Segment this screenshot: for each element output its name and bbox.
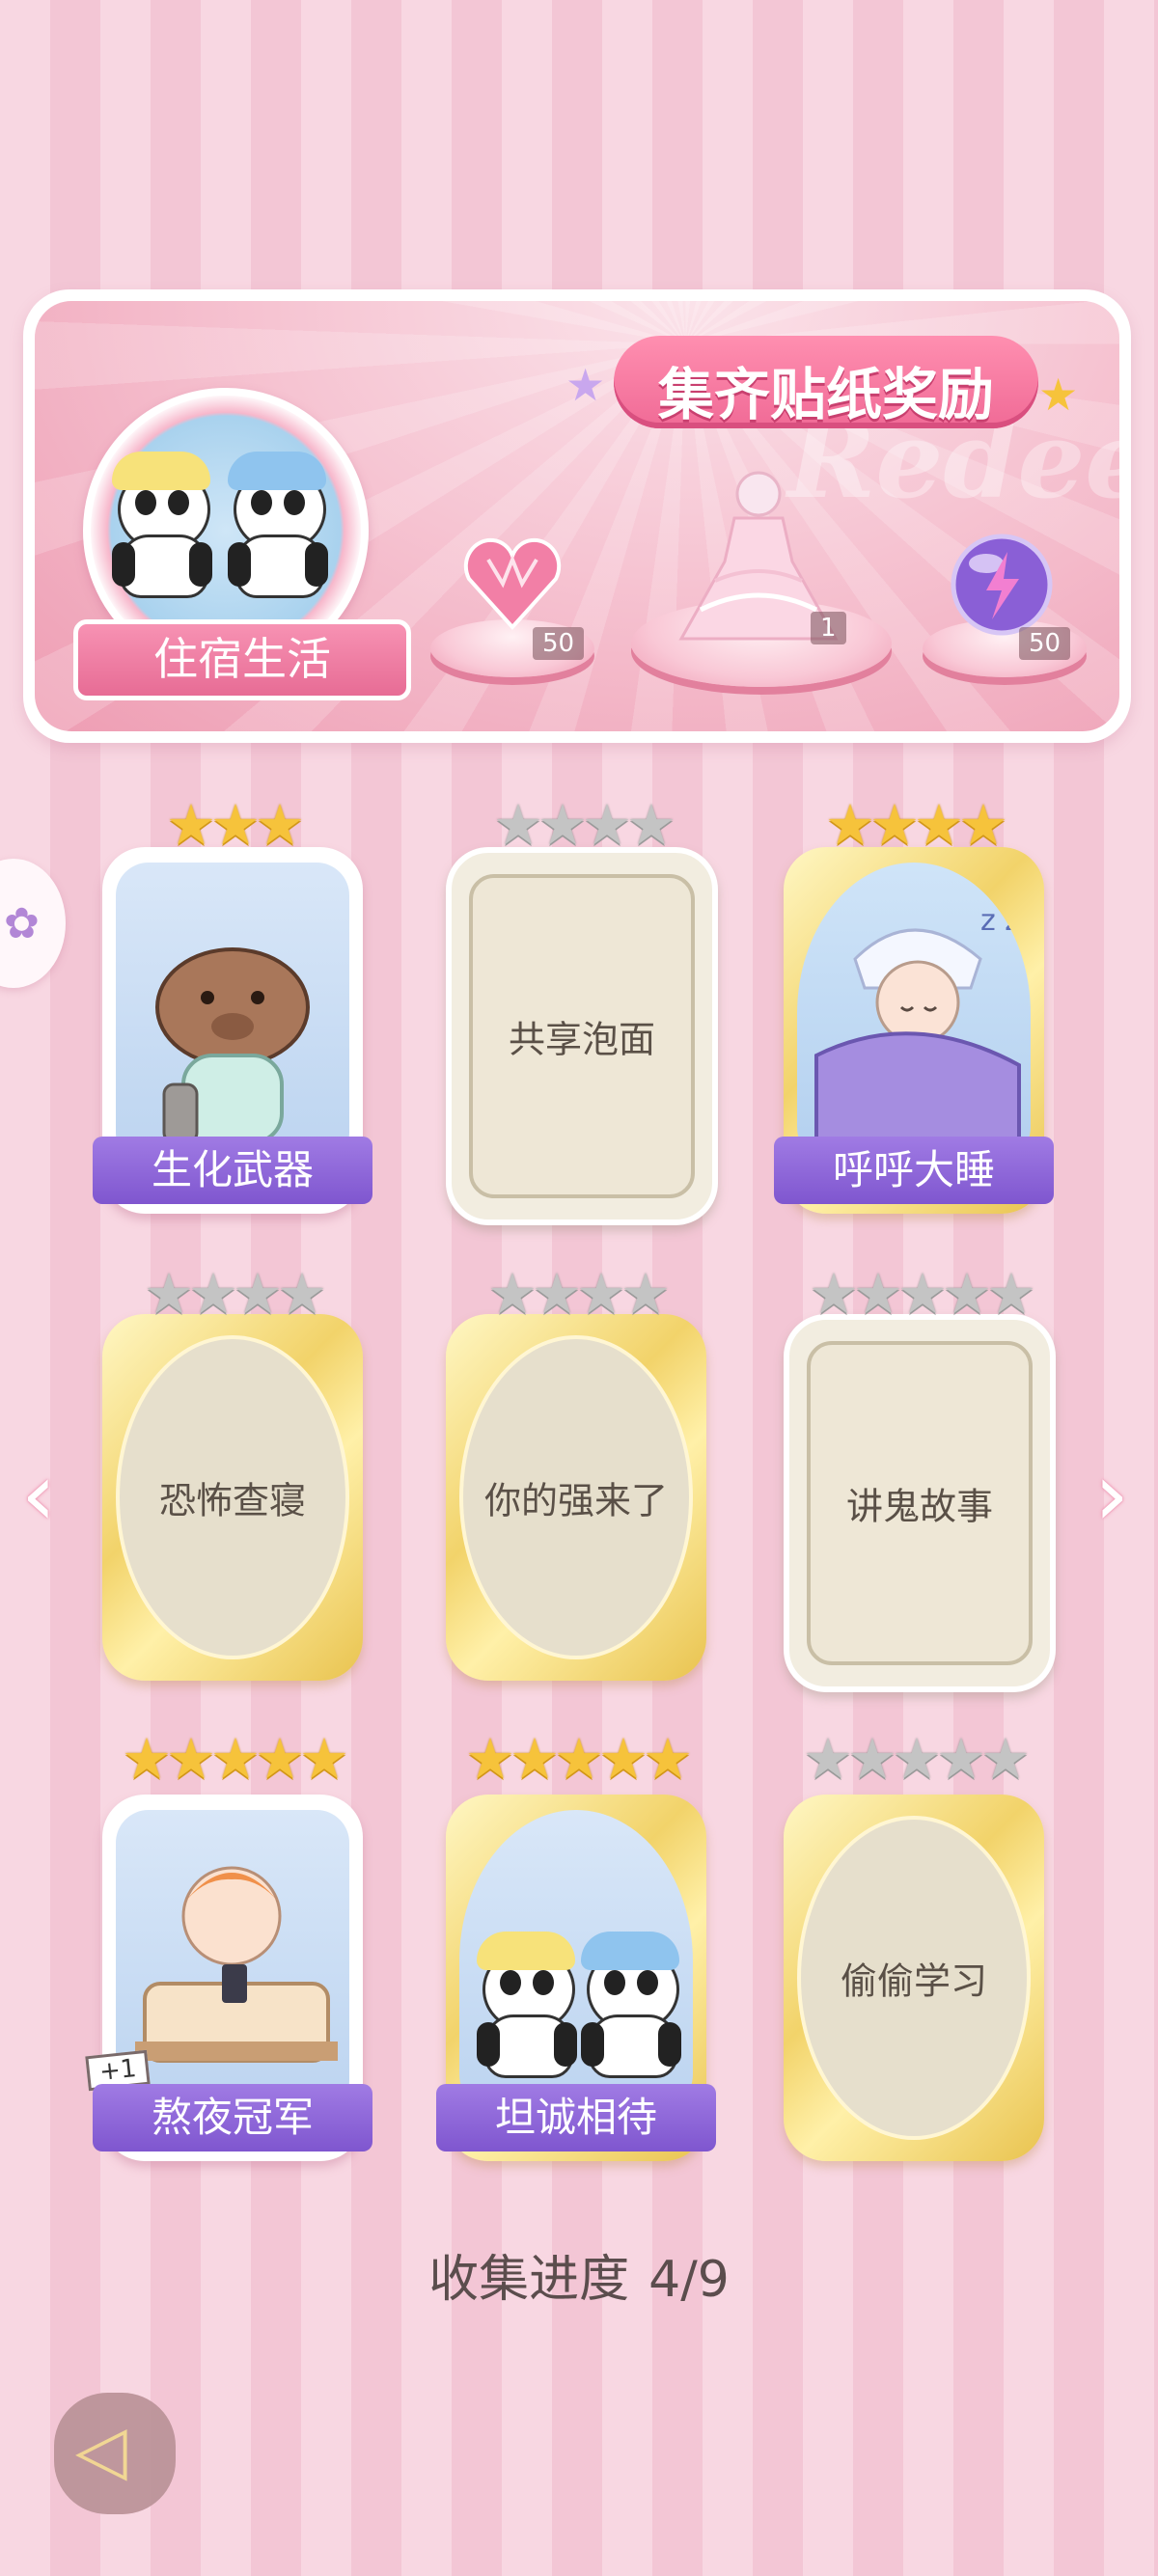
- star-rating: ★★★★★: [465, 1726, 693, 1792]
- progress-value: 4/9: [648, 2251, 730, 2309]
- star-rating: ★★★★: [493, 792, 676, 858]
- star-decoration-icon: ★: [565, 359, 606, 411]
- sticker-card-locked[interactable]: ★★★★★ 讲鬼故事: [784, 1266, 1056, 1692]
- banner-title-ribbon: 集齐贴纸奖励: [614, 336, 1038, 428]
- sticker-name: 你的强来了: [483, 1479, 668, 1522]
- panda-icon: [108, 446, 214, 598]
- sticker-name: 熬夜冠军: [93, 2084, 372, 2151]
- energy-orb-icon[interactable]: [948, 531, 1056, 639]
- sticker-name: 讲鬼故事: [845, 1485, 993, 1528]
- sticker-card-locked[interactable]: ★★★★ 你的强来了: [446, 1266, 706, 1681]
- svg-text:z z: z z: [980, 904, 1020, 938]
- star-rating: ★★★: [166, 792, 305, 858]
- sticker-name: 偷偷学习: [840, 1959, 987, 2003]
- reward-count: 50: [533, 627, 585, 660]
- sticker-name: 呼呼大睡: [774, 1137, 1054, 1204]
- collection-progress: 收集进度 4/9: [0, 2238, 1158, 2311]
- back-button[interactable]: ◁: [54, 2393, 176, 2514]
- capybara-pajama-icon: [116, 863, 349, 1165]
- star-rating: ★★★★: [825, 792, 1008, 858]
- star-rating: ★★★★: [144, 1261, 327, 1327]
- star-decoration-icon: ★: [1038, 369, 1079, 421]
- reward-count: 1: [811, 612, 846, 644]
- star-rating: ★★★★★: [809, 1261, 1036, 1327]
- sleeping-boy-icon: z z: [797, 863, 1031, 1165]
- sticker-name: 共享泡面: [508, 1018, 655, 1061]
- heart-gem-icon[interactable]: [459, 531, 565, 637]
- star-rating: ★★★★: [487, 1261, 671, 1327]
- star-rating: ★★★★★: [122, 1726, 349, 1792]
- reward-count: 50: [1019, 627, 1071, 660]
- next-page-arrow-icon[interactable]: ›: [1094, 1452, 1129, 1539]
- sticker-name: 恐怖查寝: [158, 1479, 306, 1522]
- star-rating: ★★★★★: [803, 1726, 1031, 1792]
- sticker-card[interactable]: ★★★★★ 坦诚相待: [436, 1731, 716, 2161]
- pandas-bath-icon: [459, 1810, 693, 2113]
- back-arrow-icon: ◁: [75, 2410, 127, 2489]
- boy-phone-bed-icon: [116, 1810, 349, 2113]
- panda-icon: [224, 446, 330, 598]
- side-menu-tab[interactable]: ✿: [0, 859, 66, 988]
- sticker-card-locked[interactable]: ★★★★ 恐怖查寝: [102, 1266, 363, 1681]
- sticker-card[interactable]: ★★★★ z z 呼呼大睡: [774, 797, 1054, 1214]
- fan-icon: ✿: [4, 899, 40, 948]
- sticker-name: 生化武器: [93, 1137, 372, 1204]
- reward-banner: Redeem ★ ★ 集齐贴纸奖励 住宿生活: [23, 289, 1131, 743]
- progress-label: 收集进度: [428, 2251, 630, 2309]
- sticker-card-locked[interactable]: ★★★★★ 偷偷学习: [784, 1731, 1044, 2161]
- prev-page-arrow-icon[interactable]: ‹: [21, 1452, 56, 1539]
- banner-title: 集齐贴纸奖励: [657, 362, 994, 427]
- banner-inner: Redeem ★ ★ 集齐贴纸奖励 住宿生活: [35, 301, 1119, 731]
- sticker-name: 坦诚相待: [436, 2084, 716, 2151]
- sticker-card[interactable]: ★★★ 生化武器: [93, 797, 372, 1214]
- sticker-card-locked[interactable]: ★★★★ 共享泡面: [446, 797, 718, 1225]
- theme-label: 住宿生活: [73, 619, 411, 700]
- sticker-card[interactable]: ★★★★★ +1 熬夜冠军: [85, 1731, 372, 2161]
